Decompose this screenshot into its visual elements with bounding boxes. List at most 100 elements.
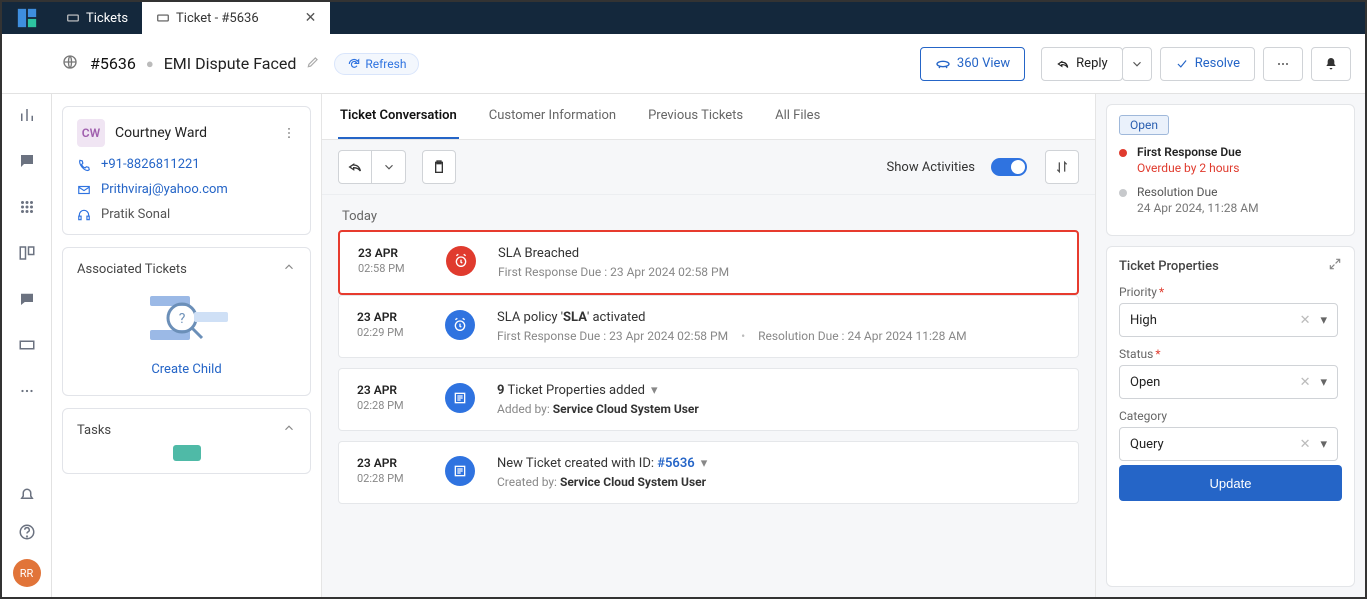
notifications-button[interactable] (1311, 47, 1351, 81)
collapse-icon[interactable] (282, 421, 296, 439)
event-sla-activated: 23 APR 02:29 PM SLA policy 'SLA' activat… (338, 295, 1079, 358)
close-icon[interactable]: ✕ (305, 10, 317, 26)
refresh-button[interactable]: Refresh (334, 53, 419, 75)
reply-button[interactable]: Reply (1041, 47, 1123, 81)
event-subtitle: Added by: Service Cloud System User (497, 402, 1060, 416)
clear-icon[interactable]: ✕ (1300, 437, 1311, 452)
ticket-link[interactable]: #5636 (657, 456, 694, 471)
status-dot-icon (1119, 149, 1127, 157)
tab-tickets[interactable]: Tickets (52, 2, 142, 34)
today-label: Today (342, 209, 1079, 224)
globe-icon[interactable] (62, 54, 78, 74)
reply-caret[interactable] (1122, 47, 1152, 81)
associated-empty-illustration: ? (77, 288, 296, 348)
logo-icon (16, 7, 38, 29)
create-child-link[interactable]: Create Child (151, 362, 221, 377)
collapse-icon[interactable] (282, 260, 296, 278)
ticket-rail-icon[interactable] (18, 336, 36, 354)
app-logo[interactable] (2, 2, 52, 34)
resolve-button[interactable]: Resolve (1160, 47, 1255, 81)
event-subtitle: First Response Due : 23 Apr 2024 02:58 P… (497, 329, 1060, 343)
left-panel: CW Courtney Ward +91-8826811221 Prithvir… (52, 94, 322, 597)
tab-ticket-detail[interactable]: Ticket - #5636 ✕ (142, 2, 330, 34)
sort-icon (1054, 159, 1070, 175)
category-select[interactable]: Query ✕ ▾ (1119, 427, 1338, 461)
check-icon (1175, 57, 1189, 71)
status-select[interactable]: Open ✕▾ (1119, 365, 1338, 399)
contact-phone[interactable]: +91-8826811221 (77, 157, 296, 172)
ticket-icon (66, 11, 80, 25)
right-panel: Open First Response Due Overdue by 2 hou… (1095, 94, 1365, 597)
help-icon[interactable] (18, 523, 36, 541)
tab-all-files[interactable]: All Files (773, 94, 822, 139)
sla-first-response: First Response Due Overdue by 2 hours (1119, 145, 1342, 175)
apps-icon[interactable] (18, 198, 36, 216)
bell-icon (1323, 56, 1339, 72)
contact-phone-value: +91-8826811221 (101, 157, 200, 172)
timeline: Today 23 APR 02:58 PM SLA Breached First… (322, 195, 1095, 534)
event-props-added: 23 APR 02:28 PM 9 Ticket Properties adde… (338, 368, 1079, 431)
update-button[interactable]: Update (1119, 465, 1342, 501)
contact-initials: CW (77, 119, 105, 147)
kanban-icon[interactable] (18, 244, 36, 262)
kebab-icon[interactable] (282, 126, 296, 140)
tasks-card: Tasks (62, 408, 311, 474)
tab-customer-info[interactable]: Customer Information (487, 94, 618, 139)
clear-icon[interactable]: ✕ (1300, 375, 1311, 390)
tab-previous-tickets[interactable]: Previous Tickets (646, 94, 745, 139)
dots-icon (1275, 56, 1291, 72)
list-icon (445, 456, 475, 486)
separator: ● (146, 56, 154, 72)
reply-action[interactable] (338, 150, 372, 184)
center-panel: Ticket Conversation Customer Information… (322, 94, 1095, 597)
contact-email[interactable]: Prithviraj@yahoo.com (77, 182, 296, 197)
resolve-label: Resolve (1195, 56, 1240, 71)
chat-icon[interactable] (18, 152, 36, 170)
view-360-button[interactable]: 360 View (920, 47, 1025, 81)
props-title: Ticket Properties (1119, 259, 1219, 274)
clear-icon[interactable]: ✕ (1300, 313, 1311, 328)
analytics-icon[interactable] (18, 106, 36, 124)
status-dot-icon (1119, 189, 1127, 197)
user-avatar[interactable]: RR (13, 559, 41, 587)
tasks-indicator (173, 445, 201, 461)
center-tabs: Ticket Conversation Customer Information… (322, 94, 1095, 140)
contact-email-value: Prithviraj@yahoo.com (101, 182, 228, 197)
sla-resolution: Resolution Due 24 Apr 2024, 11:28 AM (1119, 185, 1342, 215)
show-activities-label: Show Activities (887, 160, 975, 175)
message-icon[interactable] (18, 290, 36, 308)
edit-icon[interactable] (306, 55, 320, 73)
app-header: Tickets Ticket - #5636 ✕ (2, 2, 1365, 34)
sla-label: First Response Due (1137, 145, 1241, 159)
show-activities-toggle[interactable] (991, 158, 1027, 176)
ticket-id: #5636 (90, 54, 136, 73)
mail-icon (77, 183, 91, 197)
svg-text:?: ? (178, 311, 185, 327)
more-button[interactable] (1263, 47, 1303, 81)
ticket-icon (156, 11, 170, 25)
chevron-down-icon (1130, 57, 1144, 71)
tab-conversation[interactable]: Ticket Conversation (338, 94, 459, 139)
chevron-down-icon: ▾ (1320, 375, 1327, 390)
event-time: 02:29 PM (357, 326, 427, 339)
highlighted-sla-breach: 23 APR 02:58 PM SLA Breached First Respo… (338, 230, 1079, 295)
event-title: SLA policy 'SLA' activated (497, 310, 1060, 325)
event-time: 02:28 PM (357, 472, 427, 485)
event-date: 23 APR (357, 456, 427, 470)
view-360-label: 360 View (957, 56, 1010, 71)
ticket-properties-card: Ticket Properties Priority* High ✕▾ Stat… (1106, 246, 1355, 587)
chevron-down-icon[interactable]: ▾ (651, 383, 658, 398)
category-value: Query (1130, 437, 1164, 452)
reply-action-caret[interactable] (372, 150, 406, 184)
headset-icon (77, 208, 91, 222)
status-label: Status* (1119, 347, 1338, 361)
chevron-down-icon: ▾ (1320, 437, 1327, 452)
bell-rail-icon[interactable] (18, 487, 36, 505)
chevron-down-icon[interactable]: ▾ (701, 456, 708, 471)
sla-value: Overdue by 2 hours (1137, 161, 1241, 175)
priority-select[interactable]: High ✕▾ (1119, 303, 1338, 337)
more-rail-icon[interactable] (18, 382, 36, 400)
clipboard-button[interactable] (422, 150, 456, 184)
sort-button[interactable] (1045, 150, 1079, 184)
expand-icon[interactable] (1328, 257, 1342, 275)
